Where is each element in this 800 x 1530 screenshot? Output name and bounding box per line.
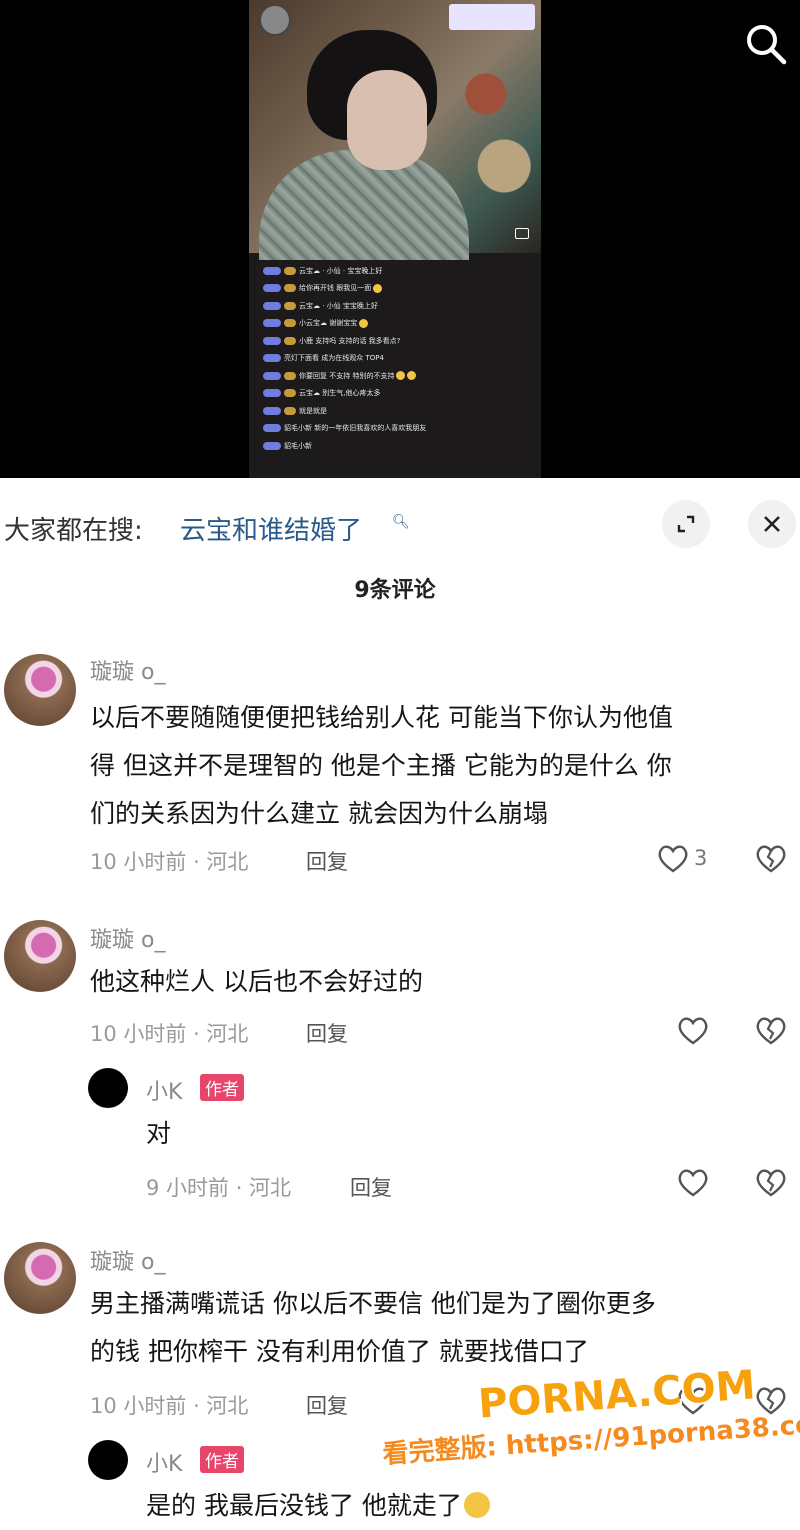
comment-text: 以后不要随随便便把钱给别人花 可能当下你认为他值 得 但这并不是理智的 他是个主… — [90, 703, 673, 828]
avatar[interactable] — [4, 654, 76, 726]
close-button[interactable] — [748, 500, 796, 548]
chat-line: 云宝☁ 别生气,他心疼太多 — [263, 385, 533, 403]
crying-laugh-emoji-icon — [463, 1492, 490, 1518]
heart-icon[interactable] — [656, 842, 690, 876]
comment-username[interactable]: 小K — [146, 1446, 182, 1478]
chat-line: 你要回复 不支持 特别的不支持 — [263, 367, 533, 385]
avatar[interactable] — [88, 1440, 128, 1480]
comment-text: 他这种烂人 以后也不会好过的 — [90, 967, 423, 996]
reply-button[interactable]: 回复 — [306, 846, 348, 876]
avatar[interactable] — [4, 1242, 76, 1314]
comment-username[interactable]: 小K — [146, 1074, 182, 1106]
chat-line: 小云宝☁ 谢谢宝宝 — [263, 315, 533, 333]
live-stream-frame[interactable]: 云宝☁ · 小仙 · 宝宝晚上好 给你再开钱 跟我见一面 云宝☁ · 小仙 宝宝… — [249, 0, 541, 478]
broken-heart-icon[interactable] — [754, 1166, 788, 1200]
screen-mode-icon[interactable] — [515, 228, 529, 239]
live-chat-list: 云宝☁ · 小仙 · 宝宝晚上好 给你再开钱 跟我见一面 云宝☁ · 小仙 宝宝… — [263, 262, 533, 455]
chat-line: 貂毛小新 新的一年依旧我喜欢的人喜欢我朋友 — [263, 420, 533, 438]
expand-button[interactable] — [662, 500, 710, 548]
comment-meta: 9 小时前 · 河北 — [146, 1176, 292, 1200]
streamer-avatar — [259, 4, 291, 36]
reply-button[interactable]: 回复 — [306, 1018, 348, 1048]
heart-icon[interactable] — [676, 1166, 710, 1200]
search-icon[interactable] — [744, 22, 788, 66]
comment-text: 男主播满嘴谎话 你以后不要信 他们是为了圈你更多 的钱 把你榨干 没有利用价值了… — [90, 1289, 656, 1366]
comment-meta: 10 小时前 · 河北 — [90, 1394, 249, 1418]
comment-meta: 10 小时前 · 河北 — [90, 1022, 249, 1046]
streamer-face — [347, 70, 427, 170]
reply-button[interactable]: 回复 — [306, 1390, 348, 1420]
avatar[interactable] — [88, 1068, 128, 1108]
comment-text: 对 — [146, 1119, 172, 1148]
stuffed-toys — [449, 40, 541, 220]
search-suggestion-link[interactable]: 云宝和谁结婚了 — [180, 510, 362, 547]
comment-count-title: 9条评论 — [354, 578, 436, 603]
broken-heart-icon[interactable] — [754, 842, 788, 876]
author-badge: 作者 — [200, 1074, 244, 1101]
chat-line: 就是就是 — [263, 402, 533, 420]
heart-icon[interactable] — [676, 1014, 710, 1048]
comment-username[interactable]: 璇璇 o_ — [90, 1244, 165, 1276]
close-icon — [764, 516, 780, 532]
chat-line: 云宝☁ · 小仙 宝宝晚上好 — [263, 297, 533, 315]
streamer-coat — [259, 150, 469, 260]
broken-heart-icon[interactable] — [754, 1014, 788, 1048]
chat-line: 小鹿 支持吗 支持的话 我多看点? — [263, 332, 533, 350]
chat-line: 亮灯下面看 成为在线观众 TOP4 — [263, 350, 533, 368]
video-player[interactable]: 云宝☁ · 小仙 · 宝宝晚上好 给你再开钱 跟我见一面 云宝☁ · 小仙 宝宝… — [0, 0, 800, 478]
chat-line: 貂毛小新 — [263, 437, 533, 455]
author-badge: 作者 — [200, 1446, 244, 1473]
avatar[interactable] — [4, 920, 76, 992]
comment-username[interactable]: 璇璇 o_ — [90, 654, 165, 686]
chat-line: 云宝☁ · 小仙 · 宝宝晚上好 — [263, 262, 533, 280]
stream-video — [249, 0, 541, 260]
like-count: 3 — [694, 846, 708, 870]
search-prefix: 大家都在搜: — [4, 516, 143, 546]
expand-icon — [677, 515, 695, 533]
comment-username[interactable]: 璇璇 o_ — [90, 922, 165, 954]
stream-badge — [449, 4, 535, 30]
comment-meta: 10 小时前 · 河北 — [90, 850, 249, 874]
chat-line: 给你再开钱 跟我见一面 — [263, 280, 533, 298]
reply-button[interactable]: 回复 — [350, 1172, 392, 1202]
search-small-icon: 🔍︎ — [392, 514, 410, 530]
